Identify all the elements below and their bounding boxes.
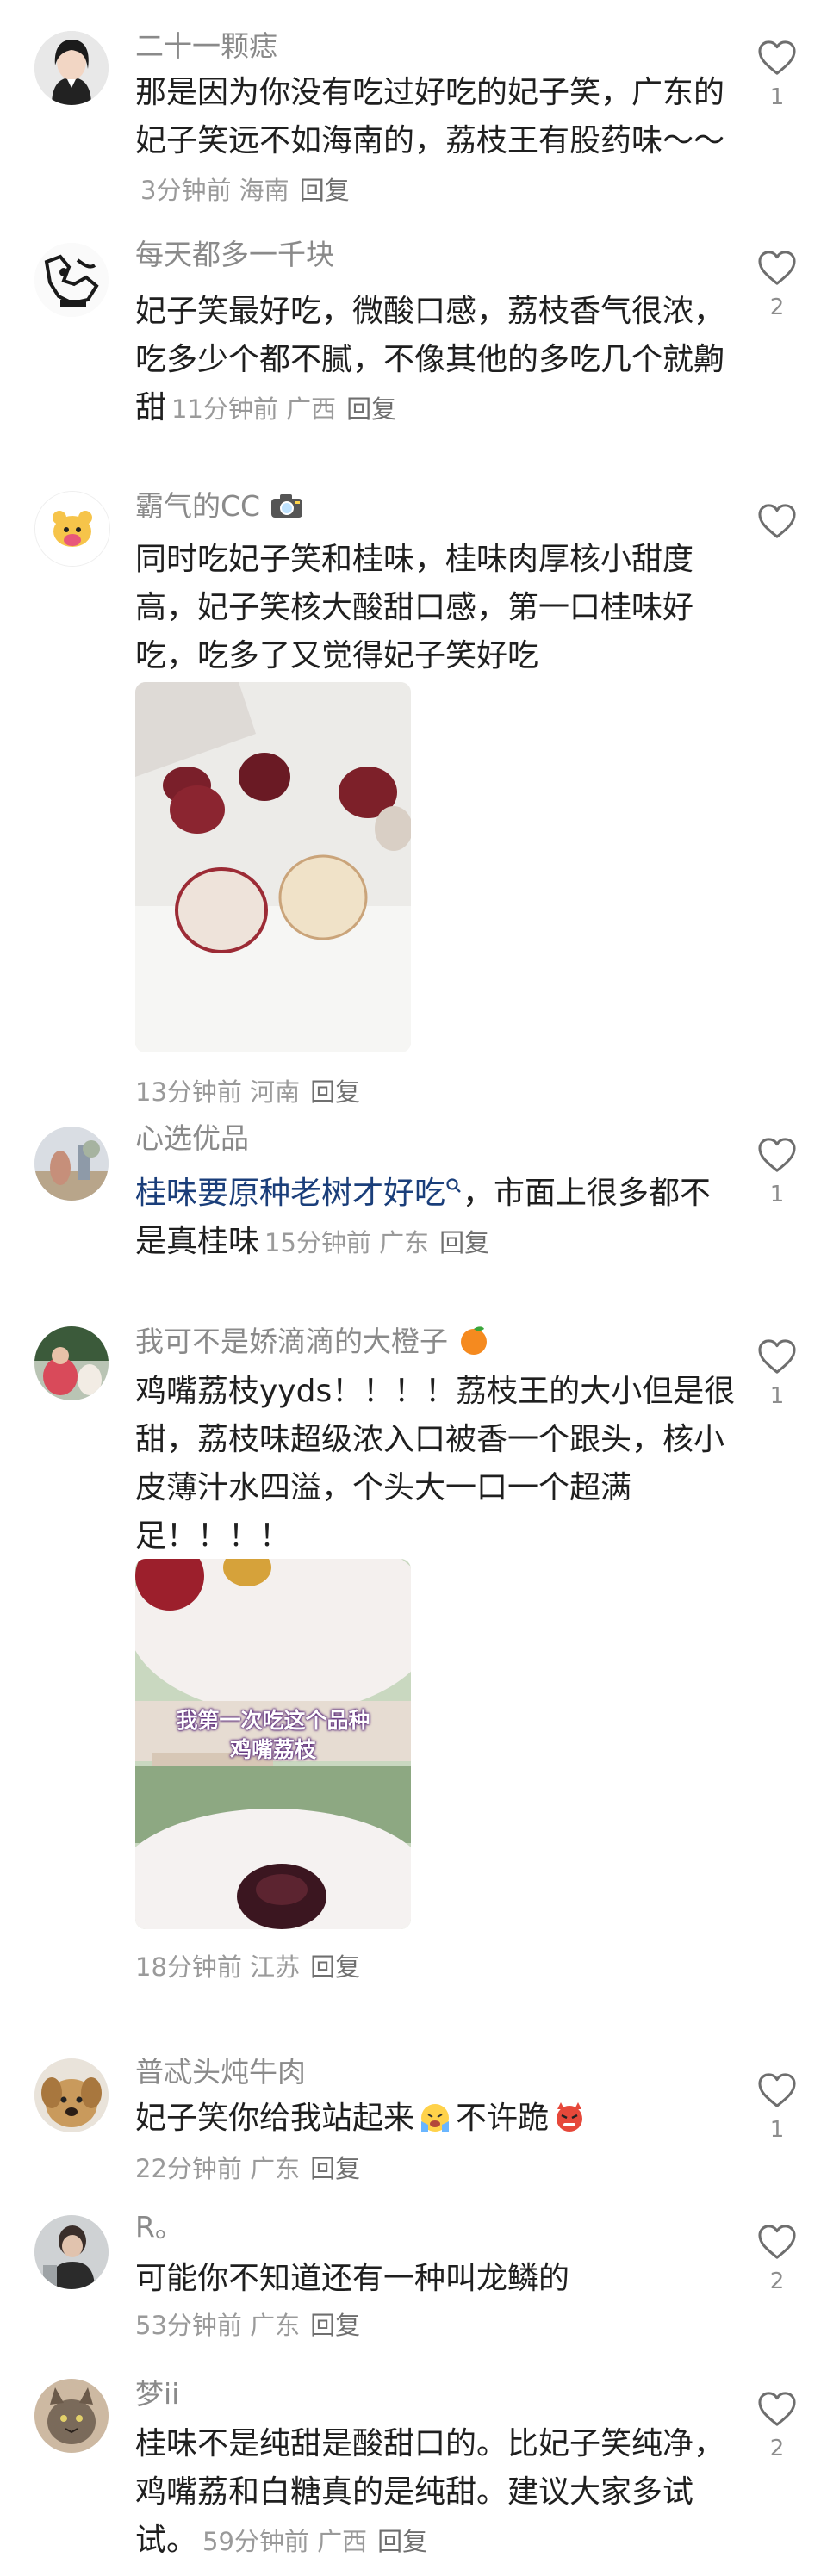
comment-location: 河南 [250,1077,301,1107]
like-count: 1 [769,2117,785,2143]
comment-location: 广西 [317,2527,368,2556]
comment-time: 53分钟前 [135,2311,242,2340]
like-count: 2 [769,295,785,320]
comment-time: 11分钟前 [171,394,278,424]
comment-location: 海南 [239,176,289,205]
heart-icon [757,503,797,539]
avatar[interactable] [34,491,110,567]
comment-meta: 3分钟前 海南 回复 [140,176,350,205]
avatar[interactable] [34,2058,109,2132]
search-link-icon[interactable] [445,1177,463,1196]
angry-devil-icon [557,2102,583,2132]
comment-text: 同时吃妃子笑和桂味，桂味肉厚核小甜度高，妃子笑核大酸甜口感，第一口桂味好吃，吃多… [135,542,694,673]
avatar[interactable] [34,1326,109,1400]
comment-time: 22分钟前 [135,2154,242,2183]
comment-time: 18分钟前 [135,1952,242,1982]
comment-image[interactable]: 我第一次吃这个品种 鸡嘴荔枝 [135,1559,411,1929]
comment-meta: 13分钟前 河南 回复 [135,1073,360,1111]
comment-image[interactable] [135,682,411,1052]
comment-meta: 53分钟前 广东 回复 [135,2306,360,2344]
comment-body: 那是因为你没有吃过好吃的妃子笑，广东的妃子笑远不如海南的，荔枝王有股药味～～ [135,75,725,158]
reply-button[interactable]: 回复 [310,1077,360,1107]
username[interactable]: 每天都多一千块 [135,236,334,274]
comment-location: 江苏 [250,1952,301,1982]
like-button[interactable]: 2 [751,250,803,320]
username-text: 霸气的CC [135,489,261,523]
username[interactable]: 霸气的CC [135,487,304,525]
comment-text: 妃子笑最好吃，微酸口感，荔枝香气很浓，吃多少个都不腻，不像其他的多吃几个就齁甜 1… [135,288,738,433]
username[interactable]: 心选优品 [135,1120,249,1158]
like-count: 1 [769,1383,785,1409]
reply-button[interactable]: 回复 [346,394,396,424]
like-button[interactable]: 1 [751,1338,803,1409]
comment-meta: 18分钟前 江苏 回复 [135,1948,360,1986]
comment-time: 59分钟前 [202,2527,309,2556]
comment-location: 广东 [250,2311,301,2340]
avatar[interactable] [34,1127,109,1201]
avatar[interactable] [34,2379,109,2453]
camera-icon [270,494,302,518]
comment-text: 可能你不知道还有一种叫龙鳞的 [135,2261,570,2296]
avatar[interactable] [34,2215,109,2289]
reply-button[interactable]: 回复 [310,2154,360,2183]
username-text: 我可不是娇滴滴的大橙子 [135,1325,448,1358]
username[interactable]: 我可不是娇滴滴的大橙子 [135,1323,490,1361]
username[interactable]: 普忒头炖牛肉 [135,2053,306,2091]
like-count: 2 [769,2436,785,2461]
crying-face-icon [421,2104,450,2132]
image-caption: 鸡嘴荔枝 [229,1737,316,1762]
comment-text: 妃子笑你给我站起来 不许跪 [135,2095,738,2143]
reply-button[interactable]: 回复 [377,2527,427,2556]
comment-time: 13分钟前 [135,1077,242,1107]
heart-icon [757,250,797,286]
heart-icon [757,2072,797,2108]
like-button[interactable]: 1 [751,2072,803,2143]
heart-icon [757,2224,797,2260]
search-link[interactable]: 桂味要原种老树才好吃 [135,1176,445,1211]
image-caption: 我第一次吃这个品种 [176,1708,370,1733]
avatar[interactable] [34,31,109,105]
orange-icon [460,1326,487,1355]
reply-button[interactable]: 回复 [310,1952,360,1982]
like-button[interactable]: 1 [751,40,803,110]
username[interactable]: 梦ii [135,2375,179,2413]
comment-text: 鸡嘴荔枝yyds！！！！荔枝王的大小但是很甜，荔枝味超级浓入口被香一个跟头，核小… [135,1374,736,1554]
comment-meta: 22分钟前 广东 回复 [135,2150,360,2188]
comment-meta: 59分钟前 广西 回复 [202,2527,427,2556]
comment-body-2: 不许跪 [456,2101,550,2136]
comment-location: 广东 [379,1228,430,1257]
comment-meta: 15分钟前 广东 回复 [264,1228,489,1257]
heart-icon [757,2391,797,2427]
like-count: 2 [769,2269,785,2294]
like-button[interactable]: 2 [751,2391,803,2461]
heart-icon [757,1338,797,1375]
comment-text: 那是因为你没有吃过好吃的妃子笑，广东的妃子笑远不如海南的，荔枝王有股药味～～ 3分… [135,69,738,214]
comment-time: 15分钟前 [264,1228,371,1257]
heart-icon [757,1137,797,1173]
comment-location: 广西 [286,394,337,424]
avatar[interactable] [34,243,109,317]
like-button[interactable]: 1 [751,1137,803,1207]
reply-button[interactable]: 回复 [310,2311,360,2340]
comment-meta: 11分钟前 广西 回复 [171,394,396,424]
comment-text: 桂味不是纯甜是酸甜口的。比妃子笑纯净，鸡嘴荔和白糖真的是纯甜。建议大家多试试。 5… [135,2420,738,2566]
comment-time: 3分钟前 [140,176,232,205]
reply-button[interactable]: 回复 [300,176,350,205]
comment-location: 广东 [250,2154,301,2183]
heart-icon [757,40,797,76]
like-button[interactable]: 2 [751,2224,803,2294]
comment-text: 桂味要原种老树才好吃 ，市面上很多都不是真桂味 15分钟前 广东 回复 [135,1170,738,1267]
username[interactable]: 二十一颗痣 [135,28,277,65]
username[interactable]: R。 [135,2208,183,2246]
reply-button[interactable]: 回复 [439,1228,489,1257]
like-count: 1 [769,1182,785,1207]
like-button[interactable] [751,503,803,539]
like-count: 1 [769,84,785,110]
comment-body: 妃子笑你给我站起来 [135,2101,415,2136]
